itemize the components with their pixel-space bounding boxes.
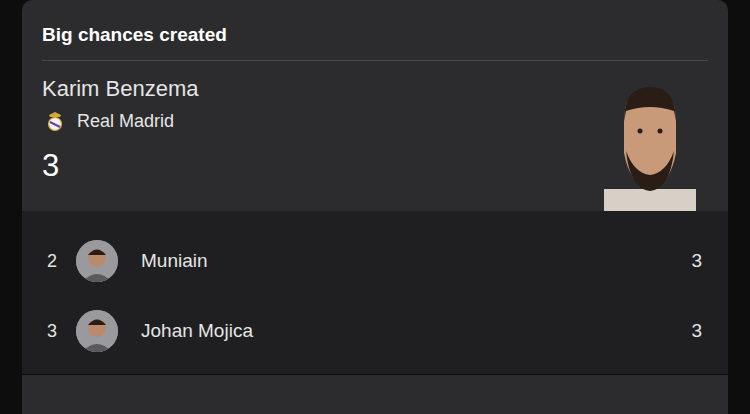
crest-icon: [45, 110, 65, 132]
leader-card[interactable]: Big chances created Karim Benzema Real Mad…: [22, 0, 728, 211]
divider: [42, 60, 708, 61]
section-title: Big chances created: [42, 22, 708, 60]
row-name: Johan Mojica: [118, 317, 691, 346]
row-rank: 3: [42, 318, 76, 345]
leader-info: Karim Benzema Real Madrid 3: [42, 61, 199, 185]
row-name: Muniain: [118, 247, 691, 276]
team-name: Real Madrid: [77, 109, 174, 133]
leader-value: 3: [42, 147, 199, 185]
row-value: 3: [691, 317, 708, 346]
ranking-row[interactable]: 3Johan Mojica3: [42, 296, 708, 366]
leader-body: Karim Benzema Real Madrid 3: [42, 61, 708, 211]
player-photo: [604, 81, 696, 211]
player-avatar: [76, 310, 118, 352]
team-row: Real Madrid: [42, 109, 199, 133]
row-rank: 2: [42, 248, 76, 275]
bottom-strip: [22, 375, 728, 414]
player-avatar: [76, 240, 118, 282]
ranking-row[interactable]: 2 Muniain3: [42, 226, 708, 296]
ranking-list: 2Muniain33Johan Mojica3: [22, 211, 728, 374]
row-value: 3: [691, 247, 708, 276]
leader-name: Karim Benzema: [42, 75, 199, 103]
